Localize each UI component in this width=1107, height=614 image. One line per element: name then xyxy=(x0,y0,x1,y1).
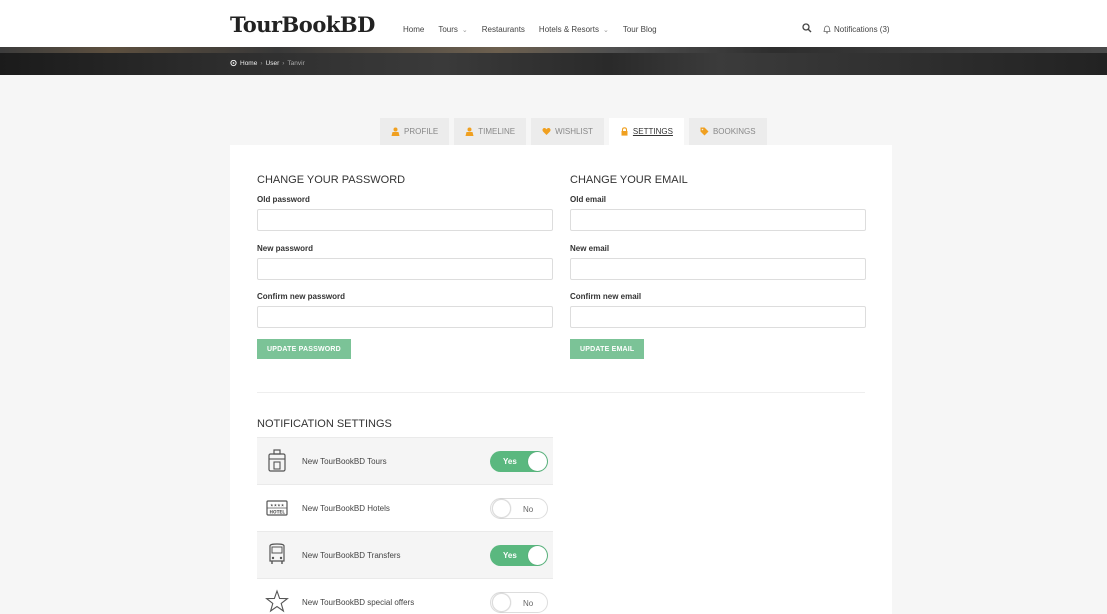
main-nav: Home Tours ⌄ Restaurants Hotels & Resorts… xyxy=(403,25,671,34)
new-email-field[interactable] xyxy=(570,258,866,280)
nav-tours-label: Tours xyxy=(438,25,458,34)
chevron-down-icon: ⌄ xyxy=(461,26,468,34)
bell-icon xyxy=(823,25,831,34)
tab-bookings-label: BOOKINGS xyxy=(712,127,756,136)
hotel-icon: ★★★★ HOTEL xyxy=(266,500,288,516)
notifications-link[interactable]: Notifications (3) xyxy=(823,25,890,34)
toggle-knob xyxy=(528,546,547,565)
breadcrumb-user[interactable]: User xyxy=(266,60,280,67)
old-password-field[interactable] xyxy=(257,209,553,231)
change-email-title: CHANGE YOUR EMAIL xyxy=(570,174,688,186)
confirm-password-field[interactable] xyxy=(257,306,553,328)
lock-icon xyxy=(621,127,628,136)
notification-row-tours: New TourBookBD Tours Yes xyxy=(257,437,553,484)
special-offers-toggle-text: No xyxy=(523,599,534,608)
site-header: TourBookBD Home Tours ⌄ Restaurants Hotel… xyxy=(0,0,1107,47)
update-email-button[interactable]: UPDATE EMAIL xyxy=(570,339,645,359)
map-pin-icon xyxy=(230,60,237,67)
tab-wishlist-label: WISHLIST xyxy=(555,127,593,136)
tab-profile[interactable]: PROFILE xyxy=(380,118,450,145)
hero-image-strip xyxy=(0,47,1107,53)
bus-icon xyxy=(269,543,285,564)
tab-timeline[interactable]: TIMELINE xyxy=(454,118,527,145)
svg-text:HOTEL: HOTEL xyxy=(270,510,286,515)
toggle-knob xyxy=(492,593,511,612)
tab-settings[interactable]: SETTINGS xyxy=(608,118,684,145)
nav-item-restaurants[interactable]: Restaurants xyxy=(482,25,525,34)
toggle-knob xyxy=(492,499,511,518)
profile-tabs: PROFILE TIMELINE WISHLIST SETTINGS BOOKI… xyxy=(380,118,767,145)
new-password-field[interactable] xyxy=(257,258,553,280)
nav-home-label: Home xyxy=(403,25,425,34)
tab-timeline-label: TIMELINE xyxy=(478,127,516,136)
hotels-toggle[interactable]: No xyxy=(490,498,548,519)
confirm-email-label: Confirm new email xyxy=(570,292,642,301)
notification-row-transfers: New TourBookBD Transfers Yes xyxy=(257,531,553,578)
tab-settings-label: SETTINGS xyxy=(632,127,673,136)
search-icon[interactable] xyxy=(802,23,812,33)
breadcrumb: Home › User › Tanvir xyxy=(230,60,305,67)
nav-hotels-label: Hotels & Resorts xyxy=(538,25,599,34)
notification-row-hotels: ★★★★ HOTEL New TourBookBD Hotels No xyxy=(257,484,553,531)
tours-toggle[interactable]: Yes xyxy=(490,451,548,472)
svg-text:★★★★: ★★★★ xyxy=(270,503,285,508)
notification-label-special-offers: New TourBookBD special offers xyxy=(302,597,415,607)
luggage-icon xyxy=(268,449,286,472)
nav-item-hotels[interactable]: Hotels & Resorts ⌄ xyxy=(539,25,609,34)
tours-toggle-text: Yes xyxy=(503,457,517,466)
confirm-email-field[interactable] xyxy=(570,306,866,328)
update-password-button[interactable]: UPDATE PASSWORD xyxy=(257,339,351,359)
notification-label-tours: New TourBookBD Tours xyxy=(302,456,387,466)
nav-item-home[interactable]: Home xyxy=(403,25,424,34)
confirm-password-label: Confirm new password xyxy=(257,292,346,301)
toggle-knob xyxy=(528,452,547,471)
chevron-down-icon: ⌄ xyxy=(602,26,609,34)
nav-blog-label: Tour Blog xyxy=(622,25,657,34)
change-password-title: CHANGE YOUR PASSWORD xyxy=(257,174,406,186)
notifications-label: Notifications (3) xyxy=(834,25,890,34)
section-divider xyxy=(257,392,865,393)
breadcrumb-home[interactable]: Home xyxy=(240,60,257,67)
old-email-label: Old email xyxy=(570,195,607,204)
tab-wishlist[interactable]: WISHLIST xyxy=(531,118,604,145)
old-password-label: Old password xyxy=(257,195,310,204)
nav-restaurants-label: Restaurants xyxy=(481,25,525,34)
user-icon xyxy=(391,127,400,136)
nav-item-tour-blog[interactable]: Tour Blog xyxy=(623,25,657,34)
breadcrumb-separator: › xyxy=(260,60,263,67)
notification-row-special-offers: New TourBookBD special offers No xyxy=(257,578,553,614)
notification-label-transfers: New TourBookBD Transfers xyxy=(302,550,401,560)
tag-icon xyxy=(700,127,709,136)
site-logo[interactable]: TourBookBD xyxy=(230,12,375,37)
notification-settings-title: NOTIFICATION SETTINGS xyxy=(257,418,392,430)
breadcrumb-separator: › xyxy=(282,60,285,67)
new-email-label: New email xyxy=(570,244,610,253)
tab-bookings[interactable]: BOOKINGS xyxy=(688,118,767,145)
tab-profile-label: PROFILE xyxy=(404,127,439,136)
transfers-toggle-text: Yes xyxy=(503,551,517,560)
star-icon xyxy=(265,589,289,613)
transfers-toggle[interactable]: Yes xyxy=(490,545,548,566)
heart-icon xyxy=(542,127,551,135)
old-email-field[interactable] xyxy=(570,209,866,231)
breadcrumb-current: Tanvir xyxy=(287,60,305,67)
nav-item-tours[interactable]: Tours ⌄ xyxy=(438,25,467,34)
user-icon xyxy=(465,127,474,136)
hotels-toggle-text: No xyxy=(523,505,534,514)
new-password-label: New password xyxy=(257,244,314,253)
notification-label-hotels: New TourBookBD Hotels xyxy=(302,503,390,513)
special-offers-toggle[interactable]: No xyxy=(490,592,548,613)
